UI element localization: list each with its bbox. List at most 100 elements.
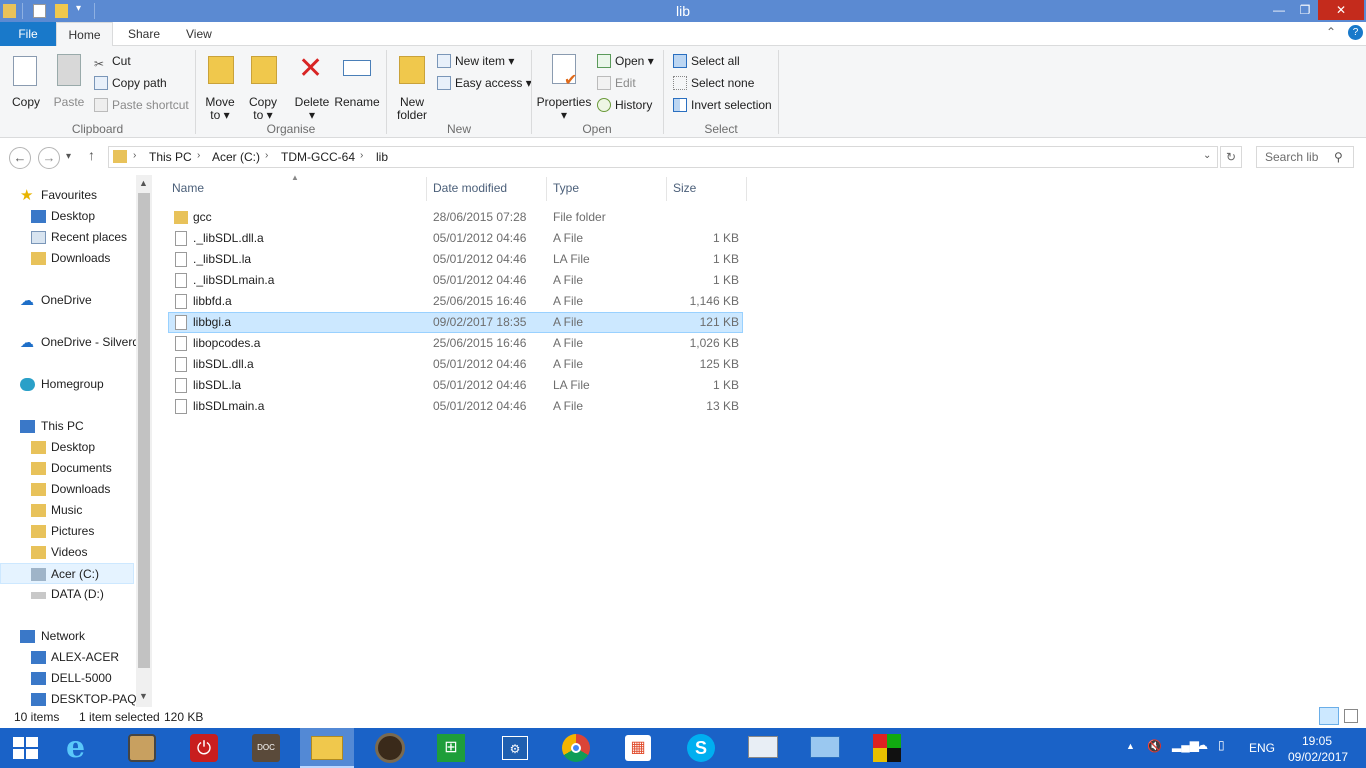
clock-time[interactable]: 19:05 [1302,734,1332,748]
maximize-button[interactable]: ❐ [1290,0,1320,20]
nav-pc-downloads[interactable]: Downloads [0,479,136,500]
network-signal-icon[interactable]: ▂▄▆ [1172,738,1199,752]
nav-pc-pictures[interactable]: Pictures [0,521,136,542]
copy-path-button[interactable]: Copy path [94,73,167,93]
nav-scrollbar-thumb[interactable] [138,193,150,668]
battery-icon[interactable]: ▯ [1218,738,1225,752]
volume-muted-icon[interactable]: 🔇 [1147,739,1162,753]
nav-this-pc[interactable]: This PC [0,416,136,437]
nav-pc-videos[interactable]: Videos [0,542,136,563]
breadcrumb-tdm-gcc-64[interactable]: TDM-GCC-64 [281,150,355,164]
breadcrumb-acer-c[interactable]: Acer (C:) [212,150,260,164]
speaker-app[interactable] [363,728,417,768]
skype-app[interactable]: S [674,728,728,768]
file-row[interactable]: libSDL.la 05/01/2012 04:46 LA File 1 KB [168,375,743,396]
nav-pc-music[interactable]: Music [0,500,136,521]
tab-share[interactable]: Share [116,22,172,46]
nav-fav-recent-places[interactable]: Recent places [0,227,136,248]
nav-net-alex-acer[interactable]: ALEX-ACER [0,647,136,668]
close-button[interactable]: ✕ [1318,0,1364,20]
file-row[interactable]: ._libSDLmain.a 05/01/2012 04:46 A File 1… [168,270,743,291]
show-hidden-icons-icon[interactable]: ▲ [1126,741,1135,751]
easy-access-button[interactable]: Easy access ▾ [437,73,532,93]
refresh-icon[interactable]: ↻ [1220,146,1242,168]
file-row[interactable]: libSDLmain.a 05/01/2012 04:46 A File 13 … [168,396,743,417]
edit-icon [597,76,611,90]
scroll-down-icon[interactable]: ▼ [139,691,148,701]
column-header-name[interactable]: Name [172,181,422,195]
rename-button[interactable]: Rename [334,52,380,122]
nav-network[interactable]: Network [0,626,136,647]
nav-homegroup[interactable]: Homegroup [0,374,136,395]
column-header-date[interactable]: Date modified [433,181,543,195]
file-row[interactable]: libopcodes.a 25/06/2015 16:46 A File 1,0… [168,333,743,354]
column-header-size[interactable]: Size [673,181,743,195]
large-icons-view-icon[interactable] [1344,709,1358,723]
select-none-button[interactable]: Select none [673,73,754,93]
breadcrumb-this-pc[interactable]: This PC [149,150,192,164]
cut-button[interactable]: ✂ Cut [94,51,131,71]
tab-view[interactable]: View [174,22,224,46]
delete-button[interactable]: ✕ Delete ▾ [292,52,332,122]
nav-net-dell-5000[interactable]: DELL-5000 [0,668,136,689]
file-explorer-app[interactable] [300,728,354,768]
address-dropdown-icon[interactable]: ⌄ [1203,150,1211,161]
nav-fav-downloads[interactable]: Downloads [0,248,136,269]
help-icon[interactable]: ? [1348,25,1363,40]
clock-date[interactable]: 09/02/2017 [1288,750,1348,764]
paste-shortcut-button[interactable]: Paste shortcut [94,95,189,115]
nav-pc-documents[interactable]: Documents [0,458,136,479]
back-button[interactable]: ← [9,147,31,169]
recent-locations-icon[interactable]: ▾ [66,151,71,162]
select-all-button[interactable]: Select all [673,51,740,71]
file-row[interactable]: gcc 28/06/2015 07:28 File folder [168,207,743,228]
move-to-button[interactable]: Move to ▾ [200,52,240,122]
nav-pc-data-d[interactable]: DATA (D:) [0,584,136,605]
copy-to-button[interactable]: Copy to ▾ [243,52,283,122]
internet-explorer-app[interactable]: e [53,728,107,768]
nav-pc-acer-c[interactable]: Acer (C:) [0,563,134,584]
colour-app[interactable] [860,728,914,768]
language-indicator[interactable]: ENG [1249,741,1275,755]
file-row[interactable]: ._libSDL.la 05/01/2012 04:46 LA File 1 K… [168,249,743,270]
copy-button[interactable]: Copy [6,52,46,122]
new-item-button[interactable]: New item ▾ [437,51,514,71]
history-button[interactable]: History [597,95,652,115]
nav-fav-desktop[interactable]: Desktop [0,206,136,227]
nav-onedrive-silverdale[interactable]: ☁ OneDrive - Silverdale [0,332,136,353]
edit-button[interactable]: Edit [597,73,636,93]
chrome-app[interactable] [550,728,604,768]
collapse-ribbon-icon[interactable]: ⌃ [1326,25,1336,39]
apps-grid-app[interactable]: ▦ [612,728,666,768]
power-app[interactable]: ⏻ [178,728,232,768]
file-row[interactable]: ._libSDL.dll.a 05/01/2012 04:46 A File 1… [168,228,743,249]
store-app[interactable]: ⊞ [425,728,479,768]
file-row[interactable]: libbfd.a 25/06/2015 16:46 A File 1,146 K… [168,291,743,312]
paste-button[interactable]: Paste [50,52,88,122]
address-bar[interactable]: › This PC › Acer (C:) › TDM-GCC-64 › lib… [108,146,1218,168]
nav-pc-desktop[interactable]: Desktop [0,437,136,458]
scroll-up-icon[interactable]: ▲ [139,178,148,188]
settings-app[interactable]: ⚙ [488,728,542,768]
tab-file[interactable]: File [0,22,56,46]
new-folder-button[interactable]: New folder [391,52,433,122]
details-view-icon[interactable] [1319,707,1339,725]
control-panel-app[interactable] [798,728,852,768]
file-row-selected[interactable]: libbgi.a 09/02/2017 18:35 A File 121 KB [168,312,743,333]
start-button[interactable] [0,728,54,768]
tab-home[interactable]: Home [56,22,113,47]
doc-app[interactable]: DOC [240,728,294,768]
open-button[interactable]: Open ▾ [597,51,654,71]
onedrive-icon[interactable]: ☁ [1196,738,1208,752]
file-row[interactable]: libSDL.dll.a 05/01/2012 04:46 A File 125… [168,354,743,375]
breadcrumb-lib[interactable]: lib [376,150,388,164]
forward-button[interactable]: → [38,147,60,169]
column-header-type[interactable]: Type [553,181,663,195]
properties-button[interactable]: ✔ Properties ▾ [536,52,592,122]
monitor-app[interactable] [736,728,790,768]
nav-onedrive[interactable]: ☁ OneDrive [0,290,136,311]
up-button[interactable]: ↑ [88,147,95,163]
media-app[interactable] [116,728,170,768]
nav-favourites[interactable]: ★ Favourites [0,185,136,206]
invert-selection-button[interactable]: Invert selection [673,95,772,115]
